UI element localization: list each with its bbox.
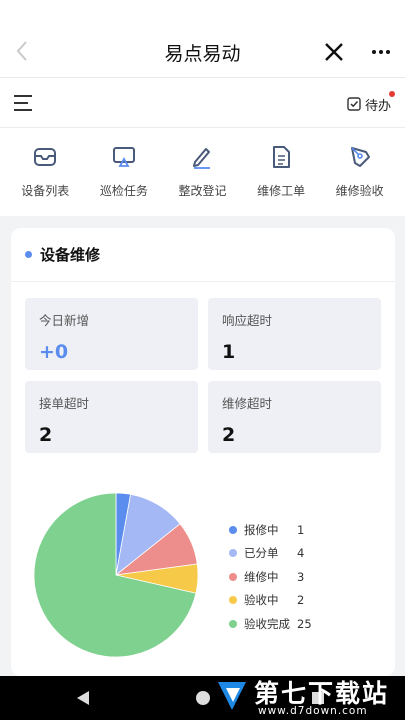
pen-icon <box>193 148 211 169</box>
legend-label: 已分单 <box>244 546 279 561</box>
legend-item[interactable]: 报修中 1 <box>229 518 312 542</box>
legend-label: 验收完成 <box>244 616 290 631</box>
pie-legend: 报修中 1 已分单 4 维修中 3 验收中 2 验收完成 25 <box>229 518 312 636</box>
status-pie-chart <box>33 492 199 658</box>
quick-action-rectification[interactable]: 整改登记 <box>164 128 240 199</box>
legend-swatch <box>229 549 237 558</box>
quick-action-inspection-tasks[interactable]: 巡检任务 <box>86 128 162 199</box>
legend-item[interactable]: 验收完成 25 <box>229 612 312 636</box>
stat-value: 2 <box>39 424 53 446</box>
checkbox-icon <box>347 97 361 111</box>
legend-label: 验收中 <box>244 593 279 608</box>
quick-action-label: 巡检任务 <box>99 184 148 198</box>
quick-action-label: 设备列表 <box>21 184 70 198</box>
more-dot-icon <box>386 50 390 54</box>
card-header: 设备维修 <box>11 228 395 282</box>
stat-label: 今日新增 <box>39 313 90 328</box>
legend-swatch <box>229 572 237 581</box>
legend-item[interactable]: 验收中 2 <box>229 589 312 613</box>
stat-today-new[interactable]: 今日新增 +0 <box>25 298 198 370</box>
bullet-dot <box>25 251 32 258</box>
legend-swatch <box>229 619 237 628</box>
close-button[interactable] <box>320 38 348 66</box>
quill-pen-icon <box>350 147 370 167</box>
legend-count: 4 <box>297 546 305 561</box>
stat-value: 2 <box>222 424 236 446</box>
todo-button[interactable]: 待办 <box>347 91 395 115</box>
watermark-logo-icon <box>218 682 246 710</box>
stat-label: 维修超时 <box>222 396 273 411</box>
nav-back-icon[interactable] <box>77 691 89 705</box>
legend-label: 报修中 <box>244 522 279 537</box>
stat-label: 响应超时 <box>222 313 273 328</box>
quick-action-label: 维修验收 <box>335 184 384 198</box>
stat-response-timeout[interactable]: 响应超时 1 <box>208 298 381 370</box>
nav-home-icon[interactable] <box>196 691 210 705</box>
stat-repair-timeout[interactable]: 维修超时 2 <box>208 381 381 453</box>
quick-action-label: 维修工单 <box>257 184 306 198</box>
legend-count: 3 <box>297 569 305 584</box>
legend-label: 维修中 <box>244 569 279 584</box>
watermark-site: www.d7down.com <box>258 705 368 717</box>
legend-swatch <box>229 596 237 605</box>
quick-action-work-orders[interactable]: 维修工单 <box>243 128 319 199</box>
stat-label: 接单超时 <box>39 396 90 411</box>
todo-label: 待办 <box>364 98 391 114</box>
more-dot-icon <box>372 50 376 54</box>
watermark: 第七下载站 www.d7down.com <box>214 672 405 720</box>
card-title: 设备维修 <box>40 246 101 264</box>
menu-button[interactable] <box>12 93 36 113</box>
stat-value: 1 <box>222 341 236 363</box>
legend-item[interactable]: 已分单 4 <box>229 542 312 566</box>
inbox-tray-icon <box>34 148 57 166</box>
toolbar: 待办 <box>0 78 405 128</box>
more-button[interactable] <box>366 38 396 66</box>
title-bar: 易点易动 <box>0 0 405 78</box>
more-dot-icon <box>379 50 383 54</box>
quick-action-label: 整改登记 <box>178 184 227 198</box>
legend-swatch <box>229 525 237 534</box>
maintenance-card: 设备维修 今日新增 +0 响应超时 1 接单超时 2 维修超时 2 报修中 1 已分… <box>11 228 395 676</box>
close-icon <box>325 43 343 61</box>
document-icon <box>273 146 291 168</box>
quick-action-device-list[interactable]: 设备列表 <box>7 128 83 199</box>
monitor-icon <box>112 147 135 167</box>
stat-value: +0 <box>39 341 69 363</box>
quick-actions: 设备列表 巡检任务 整改登记 维修工单 维修验收 <box>0 128 405 216</box>
legend-count: 2 <box>297 593 305 608</box>
stat-accept-timeout[interactable]: 接单超时 2 <box>25 381 198 453</box>
legend-item[interactable]: 维修中 3 <box>229 565 312 589</box>
legend-count: 25 <box>297 616 312 631</box>
notification-dot <box>389 91 395 97</box>
legend-count: 1 <box>297 522 305 537</box>
quick-action-acceptance[interactable]: 维修验收 <box>322 128 398 199</box>
hamburger-menu-icon <box>14 95 32 111</box>
